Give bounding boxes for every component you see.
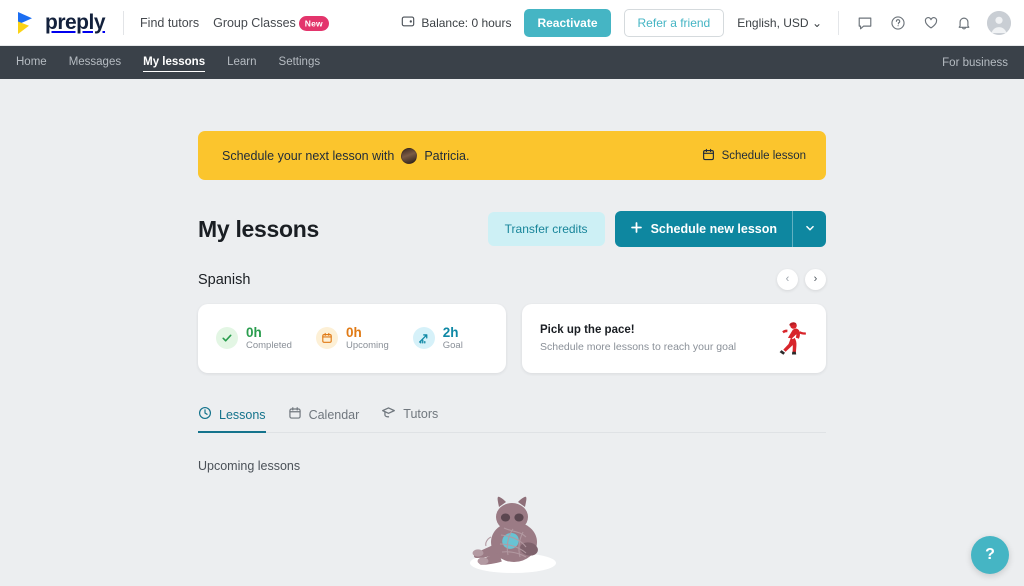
stat-upcoming: 0h Upcoming: [315, 325, 389, 353]
page-body: Schedule your next lesson with Patricia.…: [0, 79, 1024, 586]
stat-upcoming-label: Upcoming: [345, 340, 389, 352]
help-circle-icon[interactable]: [888, 13, 908, 33]
subject-name: Spanish: [198, 271, 251, 288]
tab-tutors-label: Tutors: [403, 407, 439, 421]
tab-tutors[interactable]: Tutors: [381, 405, 438, 432]
preply-wordmark: preply: [45, 10, 106, 34]
sleeping-cat-illustration: [457, 487, 567, 579]
nav-item-messages[interactable]: Messages: [69, 46, 121, 79]
schedule-new-lesson-label: Schedule new lesson: [650, 222, 777, 236]
graduation-cap-icon: [381, 405, 396, 423]
nav-item-settings[interactable]: Settings: [279, 46, 321, 79]
nav-item-learn[interactable]: Learn: [227, 46, 256, 79]
pace-card-title: Pick up the pace!: [540, 324, 635, 336]
header-link-find-tutors[interactable]: Find tutors: [140, 16, 199, 30]
trending-up-icon: [412, 327, 435, 350]
transfer-credits-button[interactable]: Transfer credits: [487, 212, 605, 246]
carousel-next-button[interactable]: ›: [805, 269, 826, 290]
banner-action-label: Schedule lesson: [721, 149, 806, 162]
subject-row: Spanish ‹ ›: [198, 269, 826, 290]
chevron-left-icon: ‹: [785, 273, 790, 285]
new-badge: New: [298, 16, 329, 31]
tab-calendar[interactable]: Calendar: [288, 406, 360, 432]
banner-schedule-lesson-button[interactable]: Schedule lesson: [702, 148, 806, 164]
page-title: My lessons: [198, 215, 319, 242]
running-person-illustration: [776, 320, 808, 358]
carousel-prev-button[interactable]: ‹: [777, 269, 798, 290]
calendar-icon: [288, 406, 302, 423]
header-divider: [123, 10, 125, 35]
schedule-banner: Schedule your next lesson with Patricia.…: [198, 131, 826, 180]
check-icon: [216, 327, 238, 350]
refer-a-friend-button[interactable]: Refer a friend: [623, 8, 725, 37]
nav-item-home[interactable]: Home: [16, 46, 47, 79]
schedule-new-lesson-button[interactable]: Schedule new lesson: [614, 211, 792, 247]
pick-up-the-pace-card[interactable]: Pick up the pace! Schedule more lessons …: [522, 304, 826, 373]
title-actions: Transfer credits Schedule new lesson: [487, 211, 826, 247]
content-column: Schedule your next lesson with Patricia.…: [198, 79, 826, 586]
title-row: My lessons Transfer credits Schedule new…: [198, 211, 826, 247]
header-right-cluster: Balance: 0 hours Reactivate Refer a frie…: [401, 8, 1011, 37]
stat-upcoming-text: 0h Upcoming: [346, 325, 389, 353]
stat-completed-value: 0h: [246, 324, 262, 340]
calendar-icon: [315, 327, 338, 350]
language-currency-selector[interactable]: English, USD ⌄: [737, 16, 822, 30]
stat-upcoming-value: 0h: [345, 324, 362, 340]
navbar-items: Home Messages My lessons Learn Settings: [16, 46, 320, 79]
header-link-group-classes-label: Group Classes: [213, 15, 296, 30]
header-links: Find tutors Group Classes New: [140, 15, 329, 31]
stat-goal-value: 2h: [442, 324, 459, 340]
avatar[interactable]: [987, 10, 1011, 35]
reactivate-button[interactable]: Reactivate: [524, 8, 611, 37]
empty-state: No upcoming lessons Don’t put your goals…: [198, 487, 826, 586]
preply-logo[interactable]: preply: [16, 10, 106, 35]
heart-icon[interactable]: [921, 13, 941, 33]
schedule-new-lesson-group: Schedule new lesson: [614, 211, 826, 247]
clock-icon: [198, 406, 212, 423]
preply-logo-icon: [16, 11, 38, 35]
banner-tutor-name: Patricia.: [424, 148, 470, 163]
chevron-down-icon: [804, 222, 816, 237]
stat-completed-label: Completed: [246, 340, 292, 352]
subject-carousel-controls: ‹ ›: [777, 269, 826, 290]
stat-goal-text: 2h Goal: [443, 325, 463, 353]
balance-label: Balance: 0 hours: [421, 15, 512, 30]
calendar-icon: [702, 148, 715, 164]
stat-completed-text: 0h Completed: [246, 325, 292, 353]
stat-completed: 0h Completed: [216, 325, 292, 353]
chevron-down-icon: ⌄: [811, 15, 822, 30]
plus-icon: [630, 221, 643, 237]
main-navbar: Home Messages My lessons Learn Settings …: [0, 46, 1024, 79]
chat-icon[interactable]: [855, 13, 875, 33]
stat-goal-label: Goal: [442, 340, 463, 352]
banner-text-prefix: Schedule your next lesson with: [222, 148, 395, 163]
lesson-tabs: Lessons Calendar Tutors: [198, 405, 826, 433]
pace-card-text: Pick up the pace! Schedule more lessons …: [540, 324, 736, 353]
header-link-group-classes[interactable]: Group Classes New: [213, 15, 329, 31]
lesson-stats-card: 0h Completed 0h Upcoming 2h Goal: [198, 304, 506, 373]
tab-lessons[interactable]: Lessons: [198, 406, 266, 433]
help-floating-button[interactable]: ?: [971, 536, 1009, 574]
chevron-right-icon: ›: [813, 273, 818, 285]
balance-indicator[interactable]: Balance: 0 hours: [401, 14, 511, 31]
top-header: preply Find tutors Group Classes New Bala…: [0, 0, 1024, 46]
nav-item-for-business[interactable]: For business: [942, 57, 1008, 69]
tab-lessons-label: Lessons: [219, 407, 266, 422]
pace-card-subtitle: Schedule more lessons to reach your goal: [540, 341, 737, 353]
cards-row: 0h Completed 0h Upcoming 2h Goal Pick up…: [198, 304, 826, 373]
tutor-avatar: [401, 147, 418, 164]
nav-item-my-lessons[interactable]: My lessons: [143, 46, 206, 79]
stat-goal: 2h Goal: [412, 325, 463, 353]
banner-text: Schedule your next lesson with Patricia.: [222, 147, 470, 164]
wallet-icon: [401, 14, 415, 31]
bell-icon[interactable]: [954, 13, 974, 33]
header-divider-2: [838, 10, 839, 35]
language-label: English, USD: [737, 15, 809, 30]
section-title-upcoming-lessons: Upcoming lessons: [198, 459, 301, 473]
tab-calendar-label: Calendar: [308, 407, 360, 422]
schedule-new-lesson-dropdown-button[interactable]: [792, 211, 826, 247]
